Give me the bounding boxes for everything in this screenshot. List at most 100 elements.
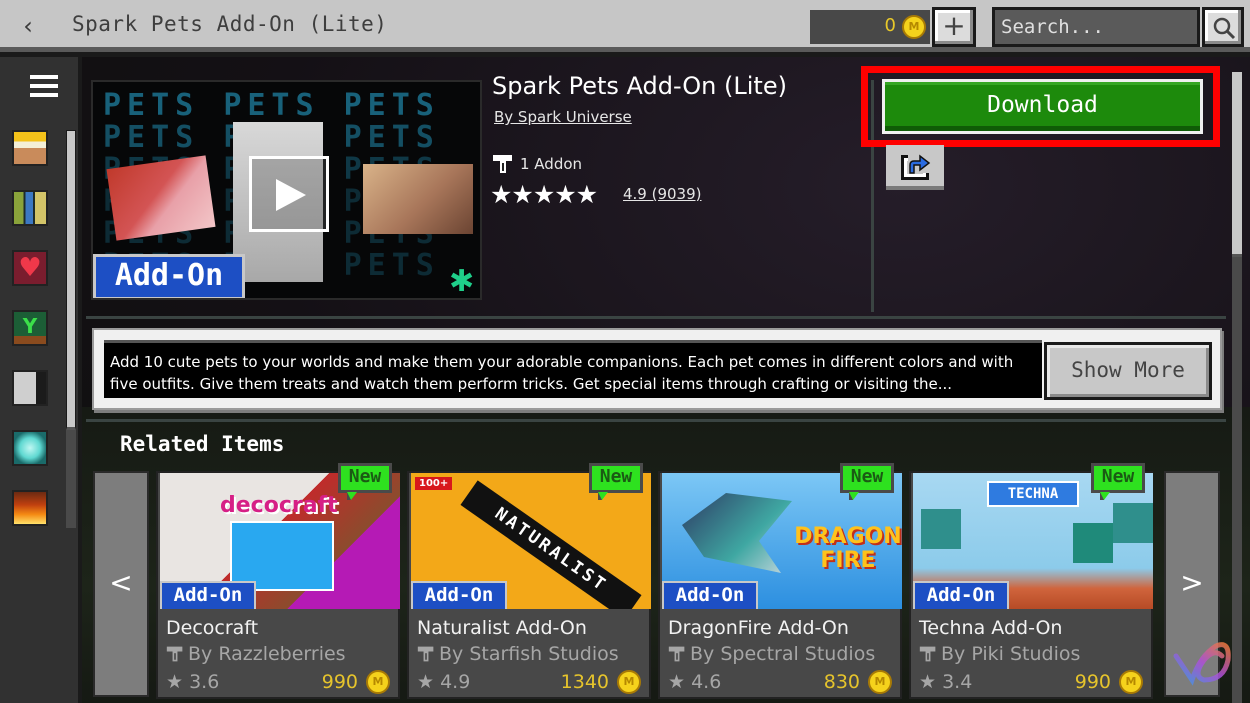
product-thumbnail[interactable]: PETS PETS PETS PETS PETS PETS PETS PETS … <box>91 80 482 300</box>
card-author: By Piki Studios <box>919 643 1080 665</box>
sidebar-item-skeleton[interactable] <box>12 370 48 406</box>
chevron-left-icon: ‹ <box>23 12 33 40</box>
chevron-right-icon: > <box>1180 566 1204 599</box>
add-coins-button[interactable]: + <box>932 7 976 47</box>
thumbnail-dragon <box>682 493 792 573</box>
sidebar: ♥ Y <box>0 57 80 703</box>
sidebar-scrollbar[interactable] <box>66 130 76 528</box>
skeleton-icon <box>14 372 46 404</box>
sidebar-item-sprout[interactable]: Y <box>12 310 48 346</box>
addon-badge: Add-On <box>662 581 758 609</box>
play-icon <box>276 179 306 211</box>
related-item-card[interactable]: decocraft Add-On New Decocraft By Razzle… <box>156 463 400 699</box>
card-rating: ★ 4.6 <box>668 671 722 693</box>
card-title: DragonFire Add-On <box>668 617 849 639</box>
card-price: 1340 M <box>561 670 641 694</box>
play-video-button[interactable] <box>249 156 329 232</box>
search-icon <box>1213 17 1236 40</box>
addon-badge: Add-On <box>160 581 256 609</box>
card-rating: ★ 3.4 <box>919 671 973 693</box>
library-books-icon <box>14 192 46 224</box>
fire-icon <box>14 492 46 524</box>
related-item-card[interactable]: 100+ NATURALIST Add-On New Naturalist Ad… <box>407 463 651 699</box>
home-chest-icon <box>14 132 46 164</box>
product-title: Spark Pets Add-On (Lite) <box>492 72 787 100</box>
share-icon <box>901 154 931 180</box>
card-rating: ★ 4.9 <box>417 671 471 693</box>
top-bar: ‹ Spark Pets Add-On (Lite) 0 M + <box>0 0 1250 52</box>
card-title: Decocraft <box>166 617 259 639</box>
addon-badge: Add-On <box>913 581 1009 609</box>
thumbnail-tag: 100+ <box>415 477 453 490</box>
card-price: 990 M <box>1075 670 1143 694</box>
main-scrollbar[interactable] <box>1232 72 1242 703</box>
card-price: 990 M <box>322 670 390 694</box>
thumbnail-tree <box>921 509 961 549</box>
card-thumbnail: TECHNA Add-On <box>913 473 1153 609</box>
sidebar-item-library[interactable] <box>12 190 48 226</box>
back-button[interactable]: ‹ <box>14 10 42 42</box>
thumbnail-logo: TECHNA <box>987 481 1079 507</box>
search-input[interactable] <box>995 10 1197 44</box>
addon-hammer-icon <box>166 646 183 662</box>
search-box <box>992 7 1200 47</box>
watermark-logo-icon <box>1173 642 1231 686</box>
sidebar-item-wishlist[interactable]: ♥ <box>12 250 48 286</box>
horizontal-divider <box>86 316 1226 319</box>
addon-hammer-icon <box>493 155 512 173</box>
sidebar-item-diamond[interactable] <box>12 430 48 466</box>
sidebar-item-home[interactable] <box>12 130 48 166</box>
wishlist-heart-icon: ♥ <box>14 252 46 284</box>
addon-hammer-icon <box>668 646 685 662</box>
rating-link[interactable]: 4.9 (9039) <box>623 185 702 203</box>
search-button[interactable] <box>1202 7 1244 47</box>
card-rating: ★ 3.6 <box>166 671 220 693</box>
page-title: Spark Pets Add-On (Lite) <box>72 12 388 36</box>
minecoin-icon: M <box>868 670 892 694</box>
thumbnail-bg-text: PETS PETS PETS <box>103 88 440 123</box>
download-button[interactable]: Download <box>882 79 1203 134</box>
addon-hammer-icon <box>417 646 434 662</box>
share-button[interactable] <box>886 145 944 190</box>
product-author-link[interactable]: By Spark Universe <box>494 108 632 126</box>
thumbnail-logo: decocraft <box>220 493 338 518</box>
card-price: 830 M <box>824 670 892 694</box>
coin-count: 0 <box>884 15 896 36</box>
chevron-left-icon: < <box>109 566 133 599</box>
addon-count: 1 Addon <box>492 154 582 174</box>
minecoin-icon: M <box>617 670 641 694</box>
minecoin-icon: M <box>1119 670 1143 694</box>
rating-stars: ★★★★★ <box>490 180 598 209</box>
horizontal-divider <box>86 419 1226 422</box>
related-item-card[interactable]: DRAGON FIRE Add-On New DragonFire Add-On… <box>658 463 902 699</box>
card-thumbnail: DRAGON FIRE Add-On <box>662 473 902 609</box>
card-thumbnail: 100+ NATURALIST Add-On <box>411 473 651 609</box>
sprout-icon: Y <box>14 312 46 344</box>
coin-balance: 0 M <box>810 10 930 44</box>
pet-hedgehog-image <box>363 164 473 234</box>
new-badge: New <box>338 463 392 500</box>
minecoin-icon: M <box>902 15 926 39</box>
diamond-icon <box>14 432 46 464</box>
related-item-card[interactable]: TECHNA Add-On New Techna Add-On By Piki … <box>909 463 1153 699</box>
minecoin-icon: M <box>366 670 390 694</box>
card-title: Techna Add-On <box>919 617 1063 639</box>
sidebar-scrollbar-thumb[interactable] <box>66 130 76 430</box>
hamburger-icon[interactable] <box>30 75 58 101</box>
show-more-button[interactable]: Show More <box>1044 342 1212 400</box>
addon-hammer-icon <box>919 646 936 662</box>
new-badge: New <box>840 463 894 500</box>
addon-count-label: 1 Addon <box>520 155 583 173</box>
carousel-prev-button[interactable]: < <box>93 471 149 697</box>
main-scrollbar-thumb[interactable] <box>1232 72 1242 257</box>
addon-badge: Add-On <box>93 254 245 298</box>
sidebar-item-fire[interactable] <box>12 490 48 526</box>
thumbnail-logo: DRAGON FIRE <box>794 524 902 573</box>
card-author: By Spectral Studios <box>668 643 875 665</box>
show-more-label: Show More <box>1047 345 1209 397</box>
card-thumbnail: decocraft Add-On <box>160 473 400 609</box>
card-author: By Starfish Studios <box>417 643 619 665</box>
new-badge: New <box>589 463 643 500</box>
related-items-heading: Related Items <box>120 432 285 456</box>
thumbnail-tree <box>1113 503 1153 543</box>
